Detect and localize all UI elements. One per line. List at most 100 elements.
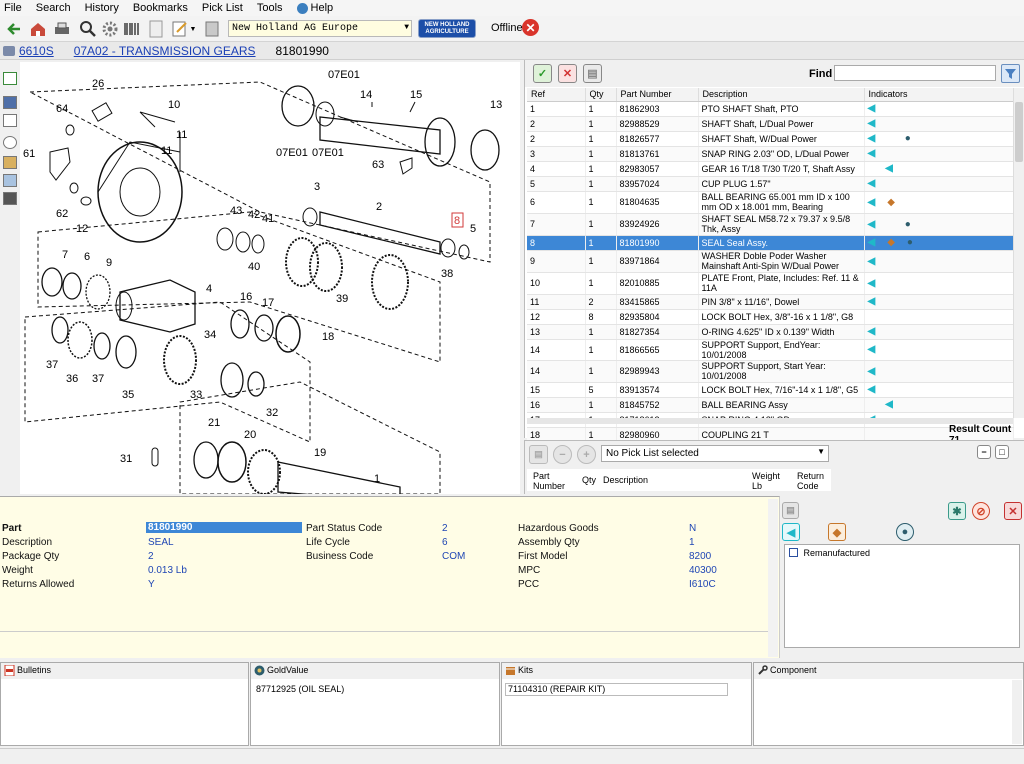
pl-col-qty[interactable]: Qty [582, 475, 596, 485]
barcode-icon[interactable] [122, 19, 142, 39]
parts-table-row[interactable]: 3 1 81813761 SNAP RING 2.03" OD, L/Dual Pow… [527, 146, 1014, 162]
goldvalue-globe-icon[interactable]: ● [905, 134, 911, 144]
offline-close-icon[interactable]: ✕ [522, 19, 539, 36]
supersede-arrow-icon[interactable]: ◀ [868, 197, 876, 208]
parts-table-row[interactable]: 6 1 81804635 BALL BEARING 65.001 mm ID x 10… [527, 191, 1014, 214]
pl-col-part-number[interactable]: Part Number [533, 471, 567, 491]
scroll-thumb[interactable] [1015, 102, 1023, 162]
callout-42[interactable]: 42 [248, 209, 260, 221]
callout-4[interactable]: 4 [206, 283, 212, 295]
zoom-icon[interactable] [78, 19, 98, 39]
menu-bookmarks[interactable]: Bookmarks [133, 2, 188, 14]
grid-icon[interactable] [3, 192, 17, 205]
menu-history[interactable]: History [85, 2, 119, 14]
menu-pick-list[interactable]: Pick List [202, 2, 243, 14]
package-icon[interactable]: ◆ [828, 523, 846, 541]
menu-search[interactable]: Search [36, 2, 71, 14]
callout-11-a[interactable]: 11 [176, 129, 187, 141]
col-indicators[interactable]: Indicators [864, 88, 1014, 102]
parts-table-row[interactable]: 11 2 83415865 PIN 3/8" x 11/16", Dowel ◀ [527, 294, 1014, 310]
callout-41[interactable]: 41 [262, 213, 274, 225]
part-value[interactable]: 81801990 [146, 522, 302, 533]
callout-64[interactable]: 64 [56, 103, 68, 115]
callout-20[interactable]: 20 [244, 429, 256, 441]
callout-40[interactable]: 40 [248, 261, 260, 273]
kits-item[interactable]: 71104310 (REPAIR KIT) [505, 683, 728, 696]
parts-table-row[interactable]: 10 1 82010885 PLATE Front, Plate, Includes:… [527, 272, 1014, 295]
supersede-arrow-icon[interactable]: ◀ [868, 327, 876, 337]
menu-help[interactable]: Help [296, 2, 333, 14]
supersede-arrow-icon[interactable]: ◀ [868, 345, 876, 355]
callout-37-a[interactable]: 37 [46, 359, 58, 371]
layers-icon[interactable] [3, 156, 17, 169]
document-icon[interactable] [146, 19, 166, 39]
back-arrow-icon[interactable] [4, 19, 24, 39]
callout-17[interactable]: 17 [262, 297, 274, 309]
parts-table-row[interactable]: 7 1 83924926 SHAFT SEAL M58.72 x 79.37 x 9.… [527, 213, 1014, 236]
supersede-arrow-icon[interactable]: ◀ [885, 164, 893, 174]
minimize-icon[interactable]: − [977, 445, 991, 459]
cart-icon[interactable]: ▤ [583, 64, 602, 83]
callout-11-b[interactable]: 11 [161, 145, 172, 157]
callout-07e01-b[interactable]: 07E01 [276, 147, 308, 159]
refresh-icon[interactable] [3, 72, 17, 85]
detail-scrollbar[interactable] [768, 499, 778, 657]
picklist-add-icon[interactable]: + [577, 445, 596, 464]
accept-check-icon[interactable]: ✓ [533, 64, 552, 83]
callout-5[interactable]: 5 [470, 223, 476, 235]
callout-62[interactable]: 62 [56, 208, 68, 220]
supersede-arrow-icon[interactable]: ◀ [885, 400, 893, 410]
callout-38[interactable]: 38 [441, 268, 453, 280]
globe-icon[interactable]: ● [896, 523, 914, 541]
callout-26[interactable]: 26 [92, 78, 104, 90]
callout-43[interactable]: 43 [230, 205, 242, 217]
callout-61[interactable]: 61 [23, 148, 35, 160]
callout-36[interactable]: 36 [66, 373, 78, 385]
catalog-select[interactable]: New Holland AG Europe ▼ [228, 20, 412, 37]
parts-table-row[interactable]: 14 1 82989943 SUPPORT Support, Start Year: … [527, 360, 1014, 383]
settings-gear-icon[interactable] [100, 19, 120, 39]
col-qty[interactable]: Qty [585, 88, 617, 102]
cancel-circle-icon[interactable]: ⊘ [972, 502, 990, 520]
picklist-select[interactable]: No Pick List selected ▼ [601, 445, 829, 462]
parts-table-row[interactable]: 2 1 81826577 SHAFT Shaft, W/Dual Power ◀ ● [527, 131, 1014, 147]
maximize-icon[interactable]: □ [995, 445, 1009, 459]
component-scrollbar[interactable] [1012, 680, 1022, 744]
parts-table-row[interactable]: 9 1 83971864 WASHER Doble Poder Washer Main… [527, 250, 1014, 273]
supersede-arrow-icon[interactable]: ◀ [868, 297, 876, 307]
arrow-left-icon[interactable]: ◀ [782, 523, 800, 541]
add-to-cart-icon[interactable]: ▤ [782, 502, 799, 519]
parts-table-row[interactable]: 1 1 81862903 PTO SHAFT Shaft, PTO ◀ [527, 101, 1014, 117]
callout-19[interactable]: 19 [314, 447, 326, 459]
callout-07e01-c[interactable]: 07E01 [312, 147, 344, 159]
breadcrumb-section-link[interactable]: 07A02 - TRANSMISSION GEARS [74, 44, 256, 58]
notes-icon[interactable] [170, 19, 190, 39]
callout-7[interactable]: 7 [62, 249, 68, 261]
parts-table-row[interactable]: 2 1 82988529 SHAFT Shaft, L/Dual Power ◀ [527, 116, 1014, 132]
supersede-arrow-icon[interactable]: ◀ [868, 256, 876, 267]
callout-63[interactable]: 63 [372, 159, 384, 171]
parts-table-row[interactable]: 5 1 83957024 CUP PLUG 1.57" ◀ [527, 176, 1014, 192]
parts-table-row[interactable]: 4 1 82983057 GEAR 16 T/18 T/30 T/20 T, Shaf… [527, 161, 1014, 177]
notes-dropdown-icon[interactable]: ▼ [188, 19, 198, 39]
col-ref[interactable]: Ref [527, 88, 586, 102]
callout-21[interactable]: 21 [208, 417, 220, 429]
picklist-remove-icon[interactable]: − [553, 445, 572, 464]
copy-icon[interactable] [3, 174, 17, 187]
menu-tools[interactable]: Tools [257, 2, 283, 14]
callout-15[interactable]: 15 [410, 89, 422, 101]
network-icon[interactable]: ✱ [948, 502, 966, 520]
find-input[interactable] [834, 65, 996, 81]
callout-8-highlighted[interactable]: 8 [454, 215, 460, 227]
close-panel-icon[interactable]: ✕ [1004, 502, 1022, 520]
callout-32[interactable]: 32 [266, 407, 278, 419]
callout-35[interactable]: 35 [122, 389, 134, 401]
callout-07e01-a[interactable]: 07E01 [328, 69, 360, 81]
callout-9[interactable]: 9 [106, 257, 112, 269]
callout-31[interactable]: 31 [120, 453, 132, 465]
col-part-number[interactable]: Part Number [616, 88, 699, 102]
goldvalue-item[interactable]: 87712925 (OIL SEAL) [256, 684, 344, 694]
supersede-arrow-icon[interactable]: ◀ [868, 366, 876, 377]
picklist-cart-icon[interactable]: ▤ [529, 445, 548, 464]
parts-table-row[interactable]: 15 5 83913574 LOCK BOLT Hex, 7/16"-14 x 1 1… [527, 382, 1014, 398]
